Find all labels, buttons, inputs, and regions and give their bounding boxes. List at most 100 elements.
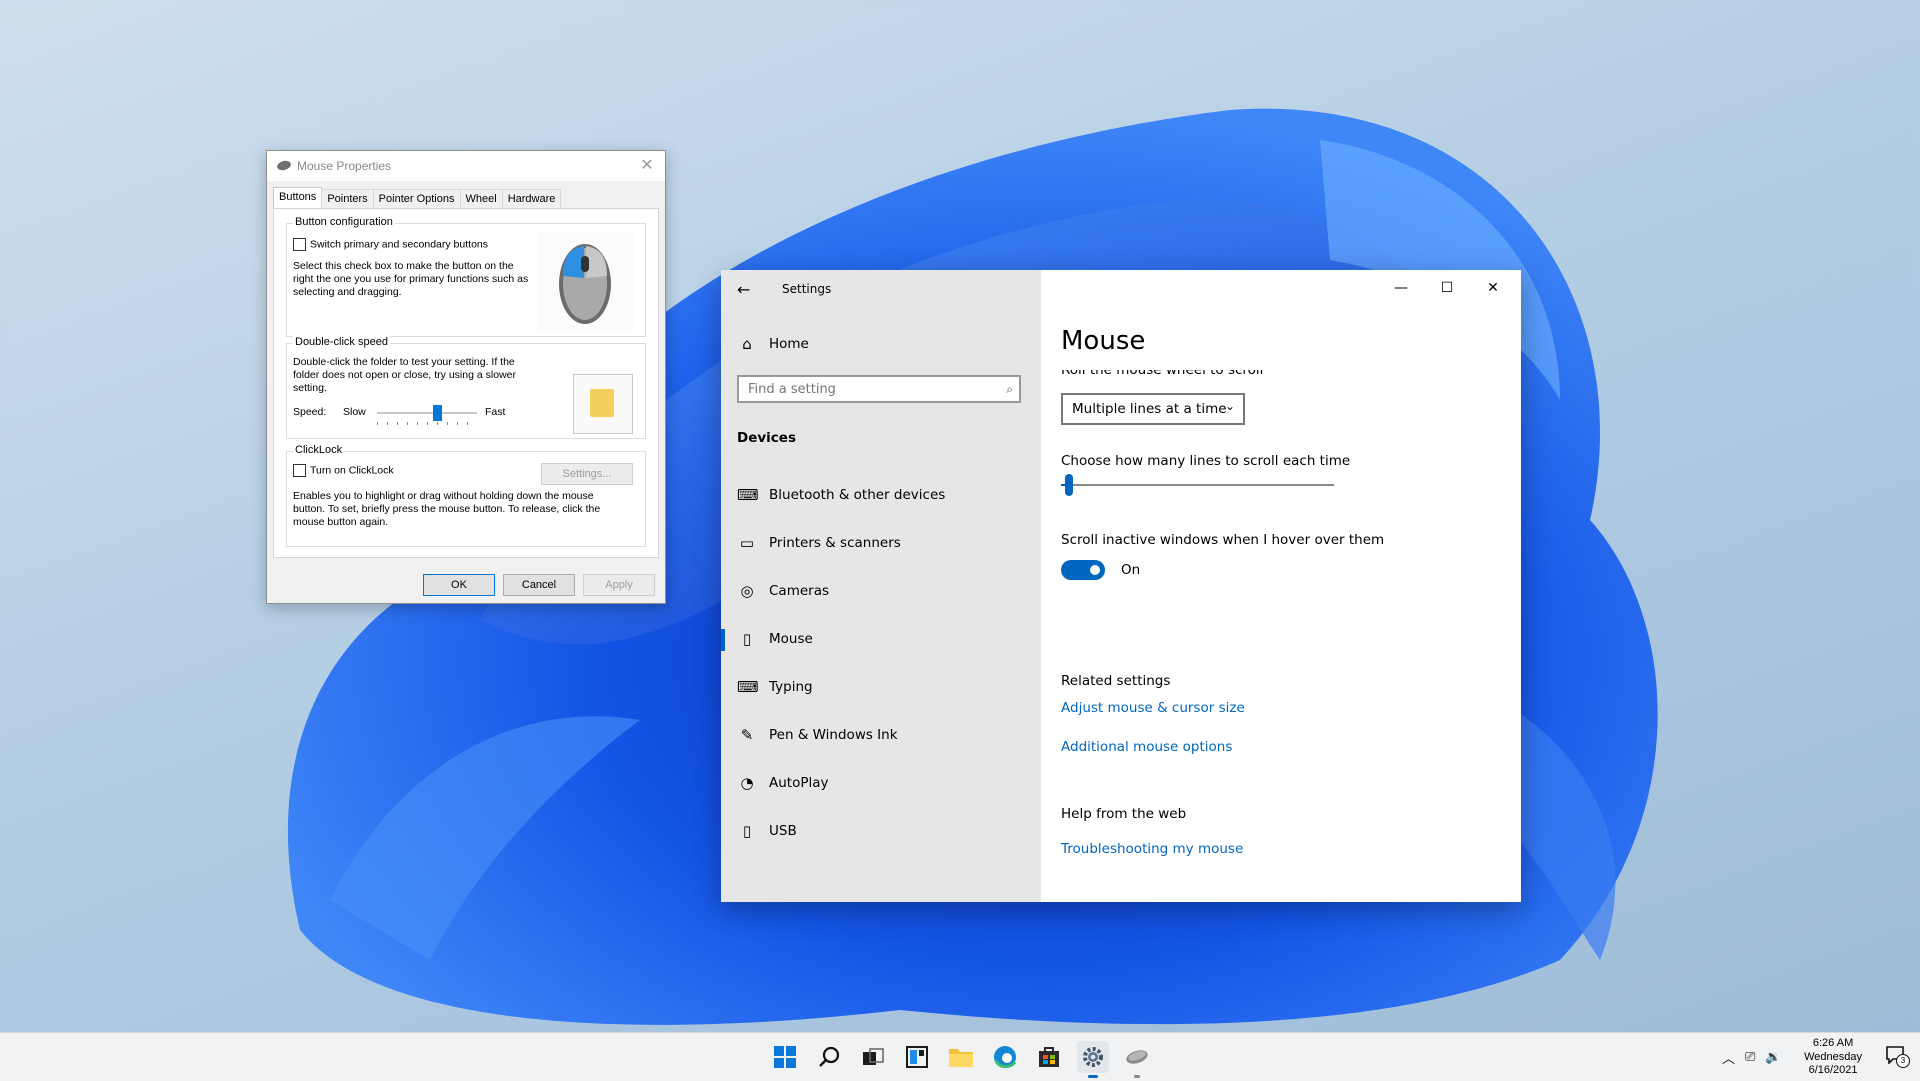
printer-icon: ▭ bbox=[739, 534, 755, 552]
search-icon[interactable] bbox=[813, 1041, 845, 1073]
cancel-button[interactable]: Cancel bbox=[503, 574, 575, 596]
search-placeholder: Find a setting bbox=[748, 382, 836, 397]
group-title: ClickLock bbox=[293, 444, 345, 456]
mouse-icon: ▯ bbox=[742, 630, 752, 648]
checkbox-label: Switch primary and secondary buttons bbox=[310, 238, 489, 251]
task-view-icon[interactable] bbox=[857, 1041, 889, 1073]
close-icon[interactable]: ✕ bbox=[1475, 276, 1511, 300]
button-config-description: Select this check box to make the button… bbox=[293, 260, 529, 298]
clicklock-settings-button[interactable]: Settings... bbox=[541, 463, 633, 485]
nav-item-label: Printers & scanners bbox=[769, 535, 901, 551]
apply-button[interactable]: Apply bbox=[583, 574, 655, 596]
widgets-icon[interactable] bbox=[901, 1041, 933, 1073]
tab-pointer-options[interactable]: Pointer Options bbox=[372, 189, 461, 210]
mouse-icon bbox=[276, 159, 292, 172]
nav-item-label: Cameras bbox=[769, 583, 830, 599]
taskbar: ︿ ⎚ 🔉 6:26 AM Wednesday 6/16/2021 3 bbox=[0, 1032, 1920, 1081]
bluetooth-devices-icon: ⌨ bbox=[737, 486, 759, 504]
chevron-down-icon: ⌄ bbox=[1224, 399, 1235, 413]
switch-buttons-checkbox[interactable]: Switch primary and secondary buttons bbox=[293, 238, 488, 251]
double-click-speed-slider[interactable] bbox=[377, 405, 477, 425]
nav-item-autoplay[interactable]: ◔ AutoPlay bbox=[721, 763, 1041, 803]
home-icon: ⌂ bbox=[742, 335, 752, 353]
tab-pointers[interactable]: Pointers bbox=[321, 189, 374, 210]
clock-date: 6/16/2021 bbox=[1808, 1064, 1858, 1076]
tab-wheel[interactable]: Wheel bbox=[459, 189, 503, 210]
settings-nav-pane: ← Settings ⌂ Home Find a setting ⌕ Devic… bbox=[721, 270, 1041, 902]
tab-hardware[interactable]: Hardware bbox=[501, 189, 562, 210]
settings-titlebar[interactable]: ← Settings bbox=[721, 270, 1041, 318]
clock[interactable]: 6:26 AM Wednesday 6/16/2021 bbox=[1804, 1037, 1862, 1078]
group-title: Double-click speed bbox=[293, 336, 390, 348]
button-configuration-group: Button configuration Switch primary and … bbox=[286, 216, 646, 337]
scroll-mode-label: Roll the mouse wheel to scroll bbox=[1061, 370, 1501, 380]
test-folder[interactable] bbox=[573, 374, 633, 434]
slider-thumb[interactable] bbox=[1065, 474, 1074, 496]
start-icon[interactable] bbox=[769, 1041, 801, 1073]
search-input[interactable]: Find a setting ⌕ bbox=[737, 375, 1021, 403]
notification-icon[interactable]: 3 bbox=[1886, 1046, 1910, 1068]
clock-day: Wednesday bbox=[1804, 1050, 1862, 1063]
dialog-titlebar[interactable]: Mouse Properties ✕ bbox=[267, 151, 665, 181]
edge-icon[interactable] bbox=[989, 1041, 1021, 1073]
scroll-mode-label-text: Roll the mouse wheel to scroll bbox=[1061, 370, 1264, 378]
scroll-inactive-toggle[interactable] bbox=[1061, 560, 1105, 580]
nav-item-bluetooth[interactable]: ⌨ Bluetooth & other devices bbox=[721, 475, 1041, 515]
tab-buttons[interactable]: Buttons bbox=[273, 187, 323, 210]
minimize-icon[interactable]: — bbox=[1383, 276, 1419, 300]
ok-button[interactable]: OK bbox=[423, 574, 495, 596]
checkbox-box[interactable] bbox=[293, 238, 306, 251]
nav-section-title: Devices bbox=[737, 430, 796, 446]
help-title: Help from the web bbox=[1061, 806, 1187, 822]
group-title: Button configuration bbox=[293, 216, 395, 228]
troubleshooting-link[interactable]: Troubleshooting my mouse bbox=[1061, 841, 1243, 857]
nav-item-pen[interactable]: ✎ Pen & Windows Ink bbox=[721, 715, 1041, 755]
toggle-state: On bbox=[1121, 562, 1141, 578]
checkbox-box[interactable] bbox=[293, 464, 306, 477]
back-arrow-icon[interactable]: ← bbox=[737, 280, 750, 299]
settings-content: — ☐ ✕ Mouse Roll the mouse wheel to scro… bbox=[1041, 270, 1521, 902]
slow-label: Slow bbox=[343, 406, 366, 418]
scroll-mode-dropdown[interactable]: Multiple lines at a time ⌄ bbox=[1061, 393, 1245, 425]
nav-item-usb[interactable]: ▯ USB bbox=[721, 811, 1041, 851]
chevron-up-icon[interactable]: ︿ bbox=[1722, 1048, 1735, 1067]
nav-item-label: Pen & Windows Ink bbox=[769, 727, 898, 743]
file-explorer-icon[interactable] bbox=[945, 1041, 977, 1073]
store-icon[interactable] bbox=[1033, 1041, 1065, 1073]
folder-icon[interactable] bbox=[590, 389, 614, 417]
app-title: Settings bbox=[782, 282, 832, 296]
nav-item-label: Typing bbox=[769, 679, 813, 695]
slider-thumb[interactable] bbox=[433, 405, 442, 421]
camera-icon: ◎ bbox=[740, 582, 754, 600]
clicklock-description: Enables you to highlight or drag without… bbox=[293, 490, 601, 528]
scroll-inactive-label: Scroll inactive windows when I hover ove… bbox=[1061, 532, 1385, 548]
dialog-tabs: Buttons Pointers Pointer Options Wheel H… bbox=[273, 187, 562, 210]
running-indicator bbox=[1134, 1075, 1140, 1078]
volume-icon[interactable]: 🔉 bbox=[1765, 1049, 1781, 1065]
nav-home[interactable]: ⌂ Home bbox=[721, 324, 1041, 364]
dialog-title: Mouse Properties bbox=[297, 159, 392, 173]
settings-window: ← Settings ⌂ Home Find a setting ⌕ Devic… bbox=[721, 270, 1521, 902]
lines-to-scroll-slider[interactable] bbox=[1061, 474, 1334, 496]
checkbox-label: Turn on ClickLock bbox=[310, 464, 394, 477]
network-icon[interactable]: ⎚ bbox=[1745, 1049, 1755, 1065]
mouse-app-icon[interactable] bbox=[1121, 1041, 1153, 1078]
toggle-knob bbox=[1090, 565, 1100, 575]
nav-item-mouse[interactable]: ▯ Mouse bbox=[721, 619, 1041, 659]
settings-icon[interactable] bbox=[1077, 1041, 1109, 1078]
nav-item-cameras[interactable]: ◎ Cameras bbox=[721, 571, 1041, 611]
maximize-icon[interactable]: ☐ bbox=[1429, 276, 1465, 300]
close-icon[interactable]: ✕ bbox=[637, 155, 657, 175]
clicklock-checkbox[interactable]: Turn on ClickLock bbox=[293, 464, 394, 477]
notification-count: 3 bbox=[1896, 1054, 1910, 1068]
adjust-cursor-link[interactable]: Adjust mouse & cursor size bbox=[1061, 700, 1245, 716]
clicklock-group: ClickLock Turn on ClickLock Settings... … bbox=[286, 444, 646, 547]
fast-label: Fast bbox=[485, 406, 506, 418]
nav-item-printers[interactable]: ▭ Printers & scanners bbox=[721, 523, 1041, 563]
search-icon[interactable]: ⌕ bbox=[1006, 382, 1013, 397]
nav-item-typing[interactable]: ⌨ Typing bbox=[721, 667, 1041, 707]
nav-item-label: Mouse bbox=[769, 631, 813, 647]
nav-item-label: AutoPlay bbox=[769, 775, 829, 791]
dropdown-value: Multiple lines at a time bbox=[1072, 401, 1227, 417]
additional-mouse-options-link[interactable]: Additional mouse options bbox=[1061, 739, 1232, 755]
